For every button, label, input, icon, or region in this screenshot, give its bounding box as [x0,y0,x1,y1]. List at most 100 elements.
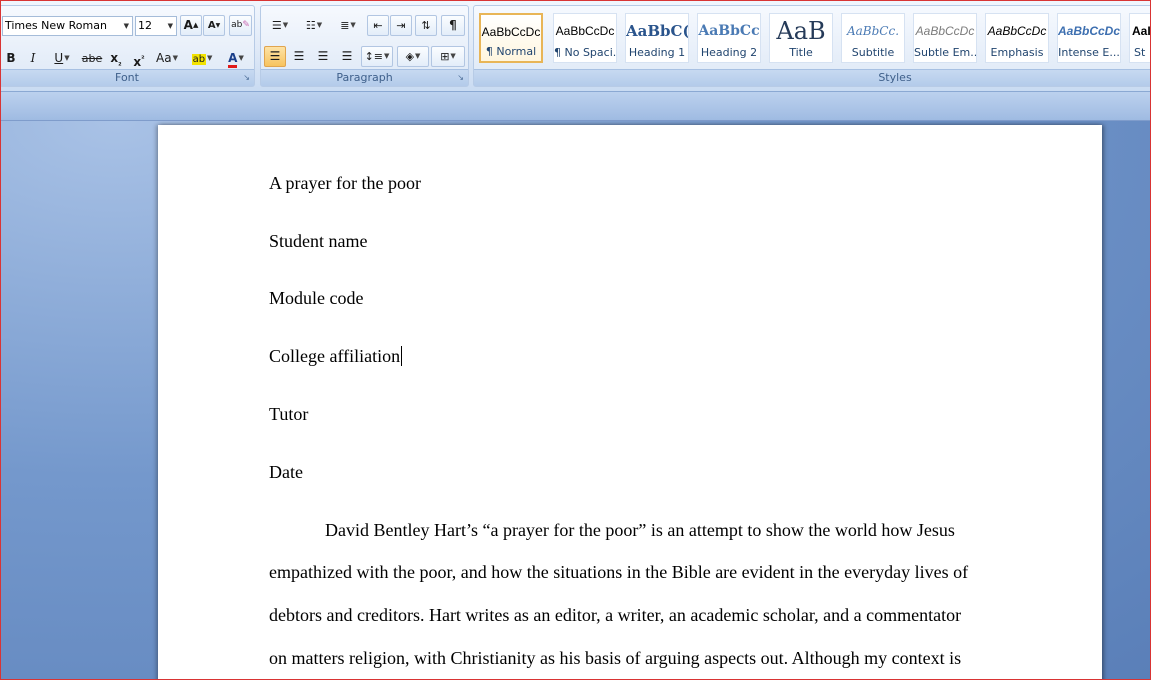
decrease-indent-icon: ⇤ [373,19,383,32]
change-case-button[interactable]: Aa▼ [152,48,182,69]
shrink-font-button[interactable]: A▼ [203,15,225,36]
borders-button[interactable]: ⊞▼ [431,46,465,67]
justify-button[interactable]: ☰ [336,46,358,67]
shrink-arrow-icon: ▼ [215,22,221,29]
style-preview: AaB [776,18,826,44]
decrease-indent-button[interactable]: ⇤ [367,15,389,36]
show-marks-button[interactable]: ¶ [441,15,465,36]
style-preview: AaBbCc [698,23,760,39]
chevron-down-icon[interactable]: ▼ [415,52,420,60]
chevron-down-icon[interactable]: ▼ [317,21,322,29]
doc-college-line[interactable]: College affiliation [269,345,403,367]
chevron-down-icon[interactable]: ▼ [238,54,243,62]
doc-module-code[interactable]: Module code [269,287,363,309]
chevron-down-icon[interactable]: ▼ [350,21,355,29]
style-strong[interactable]: AaI St [1129,13,1150,63]
style-no-spacing[interactable]: AaBbCcDc ¶ No Spaci... [553,13,617,63]
font-size-value: 12 [138,19,152,32]
italic-button[interactable]: I [24,48,42,69]
bullet-list-icon: ☰ [271,19,282,32]
shrink-font-label: A [207,20,216,31]
align-center-icon: ☰ [293,49,305,63]
shading-button[interactable]: ◈▼ [397,46,429,67]
numbering-button[interactable]: ☷▼ [298,15,330,36]
bullets-button[interactable]: ☰▼ [264,15,296,36]
style-normal[interactable]: AaBbCcDc ¶ Normal [479,13,543,63]
style-name: ¶ No Spaci... [554,46,616,59]
grow-font-button[interactable]: A▲ [180,15,202,36]
style-name: Heading 1 [628,46,686,59]
style-title[interactable]: AaB Title [769,13,833,63]
doc-college-affiliation[interactable]: College affiliation [269,346,400,366]
style-heading-2[interactable]: AaBbCc Heading 2 [697,13,761,63]
ribbon: Times New Roman ▼ 12 ▼ A▲ A▼ ab✎ B I U▼ … [1,1,1150,92]
quick-styles-gallery: AaBbCcDc ¶ Normal AaBbCcDc ¶ No Spaci...… [479,10,1150,66]
line-spacing-button[interactable]: ↕≡▼ [361,46,393,67]
document-workspace: A prayer for the poor Student name Modul… [1,121,1150,679]
doc-date[interactable]: Date [269,461,303,483]
paragraph-group-label: Paragraph [261,69,468,86]
style-name: Intense E... [1058,46,1120,59]
chevron-down-icon[interactable]: ▼ [64,54,69,62]
grow-font-label: A [183,18,193,32]
justify-icon: ☰ [341,49,353,63]
chevron-down-icon[interactable]: ▼ [283,21,288,29]
paint-bucket-icon: ◈ [405,50,415,63]
grow-arrow-icon: ▲ [192,21,199,29]
font-group: Times New Roman ▼ 12 ▼ A▲ A▼ ab✎ B I U▼ … [1,5,255,87]
chevron-down-icon[interactable]: ▼ [450,52,455,60]
bold-button[interactable]: B [2,48,20,69]
align-center-button[interactable]: ☰ [288,46,310,67]
doc-title[interactable]: A prayer for the poor [269,172,421,194]
font-size-combo[interactable]: 12 ▼ [135,16,177,36]
paragraph-group: ☰▼ ☷▼ ≣▼ ⇤ ⇥ ⇅ ¶ ☰ ☰ ☰ ☰ ↕≡▼ ◈▼ ⊞▼ Parag… [260,5,469,87]
document-page[interactable]: A prayer for the poor Student name Modul… [158,125,1102,679]
chevron-down-icon[interactable]: ▼ [124,17,129,35]
doc-body-line[interactable]: on matters religion, with Christianity a… [269,647,961,669]
style-heading-1[interactable]: AaBbC( Heading 1 [625,13,689,63]
superscript-button[interactable]: x² [129,48,149,69]
align-right-button[interactable]: ☰ [312,46,334,67]
strikethrough-button[interactable]: abe [80,48,104,69]
doc-tutor[interactable]: Tutor [269,403,308,425]
multilevel-list-button[interactable]: ≣▼ [332,15,364,36]
increase-indent-button[interactable]: ⇥ [390,15,412,36]
style-preview: AaBbCcDc [987,24,1047,38]
style-emphasis[interactable]: AaBbCcDc Emphasis [985,13,1049,63]
align-left-button[interactable]: ☰ [264,46,286,67]
chevron-down-icon[interactable]: ▼ [384,52,389,60]
doc-body-line[interactable]: debtors and creditors. Hart writes as an… [269,604,961,626]
style-preview: AaBbC( [626,22,688,40]
chevron-down-icon[interactable]: ▼ [207,54,212,62]
style-subtitle[interactable]: AaBbCc. Subtitle [841,13,905,63]
style-intense-emphasis[interactable]: AaBbCcDc Intense E... [1057,13,1121,63]
font-color-button[interactable]: A▼ [220,48,252,69]
doc-student-name[interactable]: Student name [269,230,367,252]
highlight-button[interactable]: ab ▼ [186,48,218,69]
align-right-icon: ☰ [317,49,329,63]
subscript-button[interactable]: x₂ [106,48,126,69]
underline-button[interactable]: U▼ [46,48,78,69]
sort-button[interactable]: ⇅ [415,15,437,36]
doc-body-line[interactable]: empathized with the poor, and how the si… [269,561,968,583]
style-name: Subtle Em... [914,46,976,59]
dialog-launcher-icon[interactable]: ↘ [243,73,250,83]
borders-icon: ⊞ [440,50,450,63]
font-color-label: A [228,52,238,68]
style-name: Title [789,46,813,59]
dialog-launcher-icon[interactable]: ↘ [457,73,464,83]
font-name-value: Times New Roman [5,19,107,32]
font-name-combo[interactable]: Times New Roman ▼ [2,16,133,36]
align-left-icon: ☰ [269,49,281,63]
clear-formatting-button[interactable]: ab✎ [229,15,252,36]
style-name: St [1134,46,1146,59]
chevron-down-icon[interactable]: ▼ [168,17,173,35]
style-name: Subtitle [851,46,895,59]
style-preview: AaBbCcDc [481,25,541,39]
chevron-down-icon[interactable]: ▼ [173,54,178,62]
doc-body-line[interactable]: David Bentley Hart’s “a prayer for the p… [325,519,955,541]
styles-group-label: Styles [474,69,1150,86]
style-subtle-emphasis[interactable]: AaBbCcDc Subtle Em... [913,13,977,63]
multilevel-list-icon: ≣ [340,19,350,32]
ruler-strip [1,92,1150,121]
